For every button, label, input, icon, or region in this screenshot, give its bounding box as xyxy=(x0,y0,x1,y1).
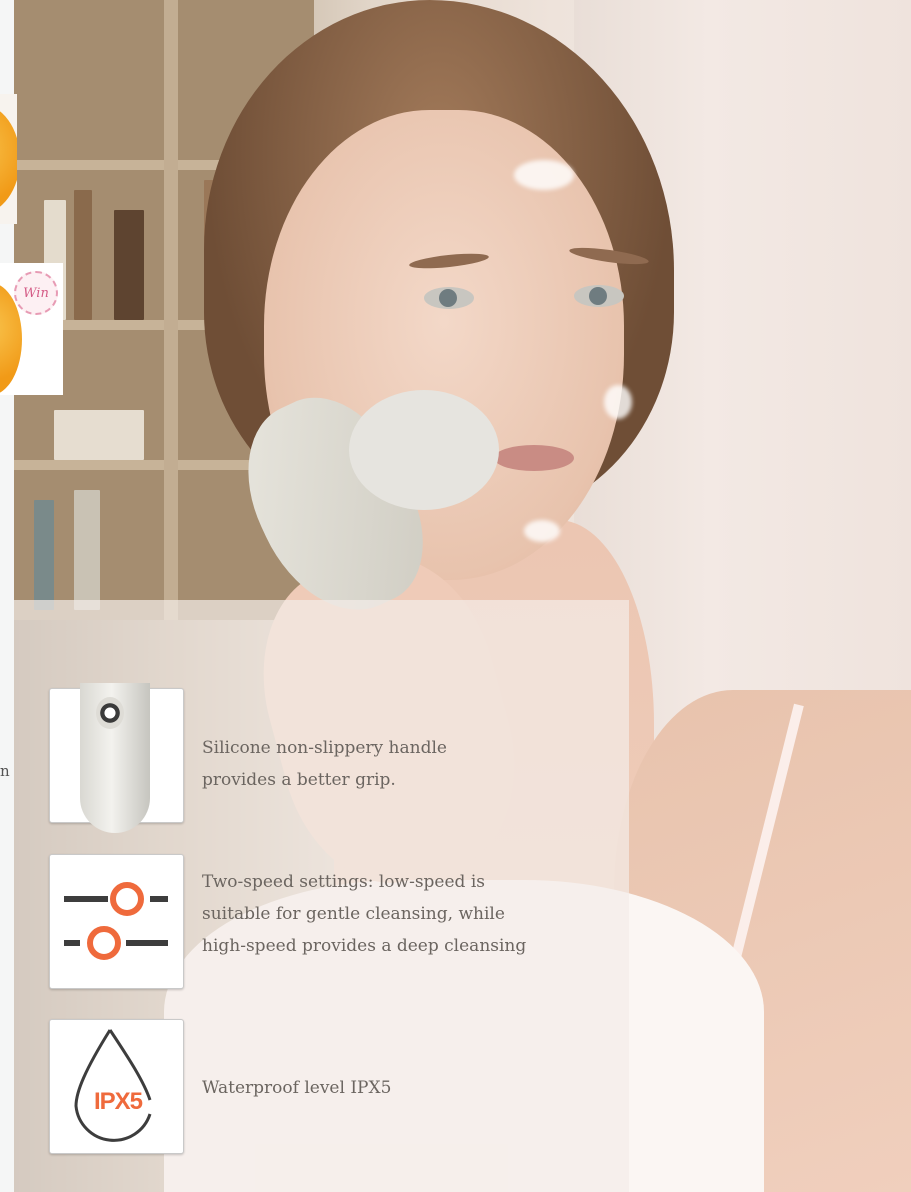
feature-text-handle: Silicone non-slippery handle provides a … xyxy=(202,738,447,790)
feature-icon-handle xyxy=(49,683,184,833)
speed-settings-icon xyxy=(64,882,168,960)
promo-widget-top[interactable] xyxy=(0,94,17,224)
feature-icon-waterproof: IPX5 xyxy=(49,1019,184,1154)
feature-text-waterproof: Waterproof level IPX5 xyxy=(202,1078,392,1098)
waterproof-drop-icon xyxy=(74,1029,152,1142)
promo-widget-win[interactable]: Win xyxy=(0,263,63,395)
cut-off-text: n xyxy=(0,762,10,780)
feature-text-speed: Two-speed settings: low-speed is suitabl… xyxy=(202,872,527,956)
ipx5-label: IPX5 xyxy=(94,1088,143,1115)
win-badge[interactable]: Win xyxy=(14,271,58,315)
handle-grip-icon xyxy=(80,683,150,833)
feature-icon-speed xyxy=(49,854,184,989)
